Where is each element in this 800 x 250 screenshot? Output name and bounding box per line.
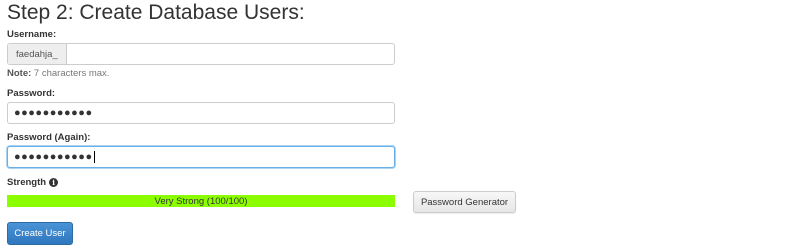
username-note: Note: 7 characters max. — [7, 68, 109, 79]
page-title: Step 2: Create Database Users: — [7, 1, 305, 24]
password-again-input-value[interactable]: ●●●●●●●●●●● — [8, 151, 95, 163]
username-field[interactable]: faedahja_ — [7, 43, 395, 65]
password-generator-button[interactable]: Password Generator — [413, 191, 516, 213]
info-circle-icon[interactable]: i — [49, 178, 59, 187]
password-input-value[interactable]: ●●●●●●●●●●● — [8, 107, 93, 119]
username-label: Username: — [7, 29, 57, 40]
text-cursor — [93, 151, 95, 163]
strength-label: Strength — [7, 177, 47, 188]
strength-meter-text: Very Strong (100/100) — [154, 195, 248, 207]
strength-label-row: Strength i — [7, 177, 59, 188]
note-text: 7 characters max. — [31, 68, 110, 79]
password-again-field[interactable]: ●●●●●●●●●●● — [7, 146, 395, 168]
create-user-button[interactable]: Create User — [7, 222, 73, 245]
password-again-masked: ●●●●●●●●●●● — [14, 151, 93, 163]
password-label: Password: — [7, 88, 56, 99]
username-prefix: faedahja_ — [8, 44, 67, 64]
password-field[interactable]: ●●●●●●●●●●● — [7, 102, 395, 124]
note-label: Note: — [7, 68, 32, 79]
password-again-label: Password (Again): — [7, 132, 91, 143]
password-strength-meter: Very Strong (100/100) — [7, 195, 395, 207]
